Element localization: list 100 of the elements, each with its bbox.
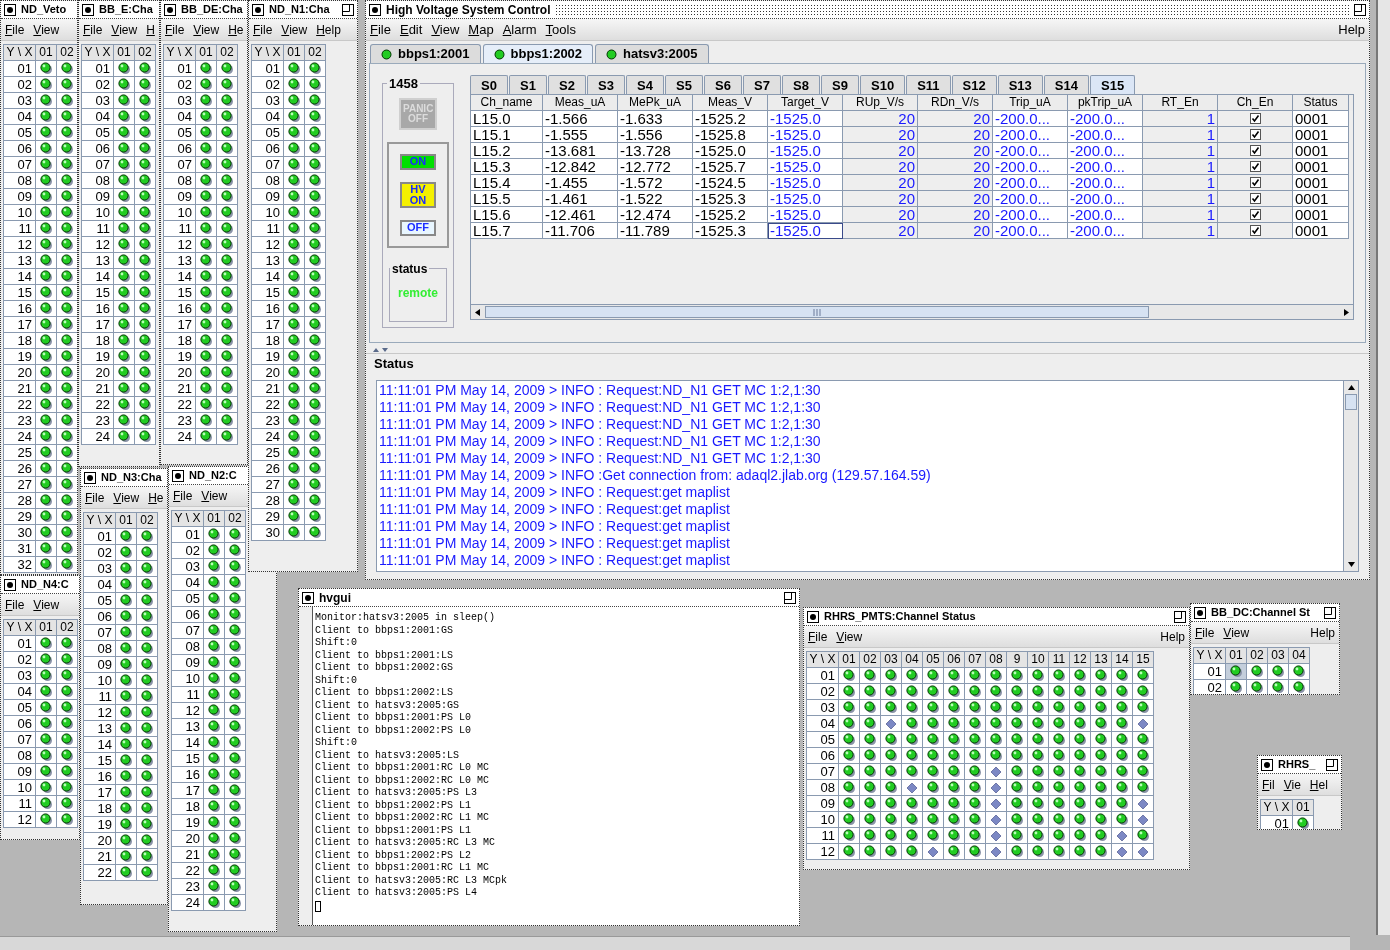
slot-tab[interactable]: S4 <box>626 75 664 94</box>
slot-tab[interactable]: S8 <box>782 75 820 94</box>
menu-item[interactable]: File <box>1195 623 1215 642</box>
menu-item[interactable]: Tools <box>545 19 576 40</box>
grid-cell[interactable] <box>1226 664 1247 680</box>
slot-tab[interactable]: S3 <box>587 75 625 94</box>
window-menu-icon[interactable] <box>82 3 94 16</box>
window-menu-icon[interactable] <box>252 3 264 16</box>
power-button[interactable]: HV ON <box>400 181 436 208</box>
scrollbar[interactable] <box>0 936 1350 950</box>
table-cell[interactable]: -200.0... <box>1068 127 1143 143</box>
menu-item[interactable]: View <box>33 20 60 39</box>
grid-cell[interactable] <box>1289 680 1310 694</box>
slot-tab[interactable]: S7 <box>743 75 781 94</box>
table-cell[interactable]: 20 <box>843 159 918 175</box>
table-cell[interactable]: -1525.0 <box>768 223 843 239</box>
slot-tab[interactable]: S13 <box>997 75 1043 94</box>
host-tab[interactable]: hatsv3:2005 <box>595 44 709 63</box>
maximize-icon[interactable] <box>1326 758 1338 771</box>
table-cell[interactable]: 1 <box>1143 207 1218 223</box>
slot-tab[interactable]: S2 <box>548 75 586 94</box>
table-cell[interactable]: -1525.0 <box>768 127 843 143</box>
table-cell[interactable]: 20 <box>918 127 993 143</box>
table-cell[interactable]: 20 <box>918 207 993 223</box>
table-cell[interactable]: -200.0... <box>993 143 1068 159</box>
menu-item[interactable]: View <box>193 20 220 39</box>
menu-item[interactable]: File <box>85 488 105 507</box>
table-cell[interactable]: -1525.0 <box>768 159 843 175</box>
table-cell[interactable]: 1 <box>1143 223 1218 239</box>
table-cell[interactable]: 20 <box>918 111 993 127</box>
host-tab[interactable]: bbps1:2001 <box>370 44 481 63</box>
checkbox[interactable] <box>1249 161 1261 172</box>
menu-item[interactable]: Fil <box>1262 775 1275 794</box>
menu-item[interactable]: Help <box>1338 19 1365 40</box>
scrollbar[interactable] <box>1376 0 1390 935</box>
menu-item[interactable]: He <box>228 20 244 39</box>
table-cell[interactable]: 1 <box>1143 111 1218 127</box>
scroll-thumb[interactable] <box>1345 394 1357 410</box>
table-cell[interactable]: -1525.0 <box>768 207 843 223</box>
slot-tab[interactable]: S0 <box>470 75 508 94</box>
table-cell[interactable]: -200.0... <box>1068 191 1143 207</box>
table-cell[interactable]: 20 <box>918 143 993 159</box>
maximize-icon[interactable] <box>784 591 796 604</box>
window-menu-icon[interactable] <box>1261 758 1273 771</box>
menu-item[interactable]: View <box>431 19 460 40</box>
menu-item[interactable]: View <box>201 486 228 505</box>
table-cell[interactable]: 20 <box>843 223 918 239</box>
table-cell[interactable]: 20 <box>843 127 918 143</box>
menu-item[interactable]: File <box>808 627 828 646</box>
menu-item[interactable]: File <box>370 19 391 40</box>
power-button[interactable]: OFF <box>400 219 436 236</box>
slot-tab[interactable]: S15 <box>1090 75 1136 94</box>
window-menu-icon[interactable] <box>302 591 314 604</box>
table-cell[interactable]: 1 <box>1143 143 1218 159</box>
window-menu-icon[interactable] <box>164 3 176 16</box>
checkbox[interactable] <box>1249 225 1261 236</box>
table-cell[interactable]: -200.0... <box>993 111 1068 127</box>
table-cell[interactable]: -1525.0 <box>768 143 843 159</box>
table-cell[interactable]: -200.0... <box>1068 111 1143 127</box>
grid-cell[interactable] <box>1289 664 1310 680</box>
menu-item[interactable]: Hel <box>1309 775 1328 794</box>
scrollbar[interactable] <box>1343 381 1358 571</box>
table-cell[interactable]: 1 <box>1143 127 1218 143</box>
grid-cell[interactable] <box>1226 680 1247 694</box>
table-cell[interactable]: -200.0... <box>1068 175 1143 191</box>
menu-item[interactable]: Map <box>468 19 494 40</box>
window-menu-icon[interactable] <box>172 469 184 482</box>
grid-cell[interactable] <box>1247 664 1268 680</box>
table-cell[interactable]: -200.0... <box>993 223 1068 239</box>
checkbox[interactable] <box>1249 209 1261 220</box>
table-cell[interactable]: -1525.0 <box>768 175 843 191</box>
menu-item[interactable]: File <box>83 20 103 39</box>
table-cell[interactable]: 20 <box>918 191 993 207</box>
window-menu-icon[interactable] <box>84 471 96 484</box>
checkbox[interactable] <box>1249 129 1261 140</box>
scroll-thumb[interactable] <box>485 306 1149 318</box>
checkbox[interactable] <box>1249 113 1261 124</box>
grid-cell[interactable] <box>1247 680 1268 694</box>
table-cell[interactable]: 20 <box>843 191 918 207</box>
menu-item[interactable]: File <box>165 20 185 39</box>
window-menu-icon[interactable] <box>4 578 16 591</box>
table-cell[interactable]: -200.0... <box>993 127 1068 143</box>
maximize-icon[interactable] <box>1324 606 1336 619</box>
menu-item[interactable]: Help <box>316 20 341 39</box>
table-cell[interactable]: 20 <box>843 143 918 159</box>
slot-tab[interactable]: S5 <box>665 75 703 94</box>
menu-item[interactable]: Help <box>1310 623 1335 642</box>
menu-item[interactable]: View <box>33 595 60 614</box>
slot-tab[interactable]: S6 <box>704 75 742 94</box>
window-menu-icon[interactable] <box>369 3 381 16</box>
menu-item[interactable]: Edit <box>399 19 423 40</box>
menu-item[interactable]: He <box>148 488 164 507</box>
slot-tab[interactable]: S10 <box>860 75 906 94</box>
table-cell[interactable]: -200.0... <box>1068 143 1143 159</box>
table-cell[interactable]: 1 <box>1143 159 1218 175</box>
table-cell[interactable]: -200.0... <box>1068 207 1143 223</box>
menu-item[interactable]: Vie <box>1283 775 1301 794</box>
slot-tab[interactable]: S11 <box>906 75 951 94</box>
maximize-icon[interactable] <box>1174 610 1186 623</box>
table-cell[interactable]: 20 <box>918 175 993 191</box>
